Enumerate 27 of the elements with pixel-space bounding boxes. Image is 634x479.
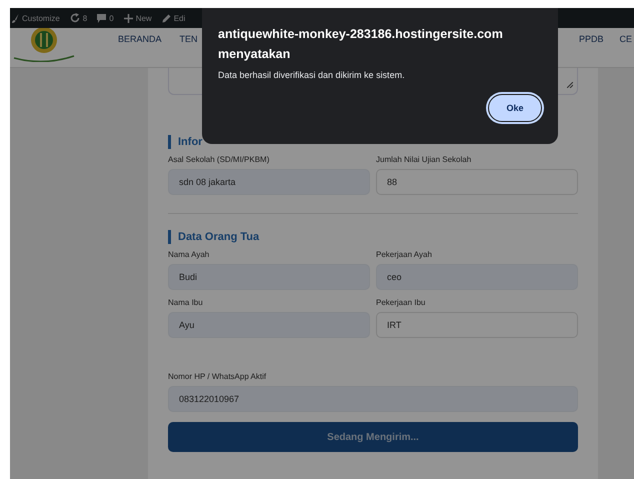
field-label: Pekerjaan Ibu bbox=[376, 298, 426, 307]
ok-button[interactable]: Oke bbox=[488, 94, 542, 122]
admin-bar-item[interactable]: 8 bbox=[70, 13, 88, 23]
input-field[interactable]: IRT bbox=[376, 312, 578, 338]
section-title: Data Orang Tua bbox=[168, 230, 578, 244]
admin-bar-item[interactable]: Customize bbox=[12, 14, 60, 22]
admin-bar-item[interactable]: Edi bbox=[162, 14, 186, 22]
field-label: Nama Ayah bbox=[168, 250, 210, 259]
nav-link[interactable]: CE bbox=[619, 34, 632, 44]
admin-bar-item[interactable]: 0 bbox=[97, 14, 114, 22]
field-label: Nama Ibu bbox=[168, 298, 204, 307]
input-field[interactable]: sdn 08 jakarta bbox=[168, 169, 370, 195]
input-field[interactable]: 083122010967 bbox=[168, 386, 578, 412]
field-label: Nomor HP / WhatsApp Aktif bbox=[168, 372, 268, 381]
input-field[interactable]: Budi bbox=[168, 264, 370, 290]
dialog-message: Data berhasil diverifikasi dan dikirim ke sistem. bbox=[218, 70, 406, 80]
dialog-title: antiquewhite-monkey-283186.hostingersite.com menyatakan bbox=[218, 26, 504, 63]
input-field[interactable]: 88 bbox=[376, 169, 578, 195]
input-field[interactable]: ceo bbox=[376, 264, 578, 290]
nav-link[interactable]: TEN bbox=[180, 34, 198, 44]
field-label: Asal Sekolah (SD/MI/PKBM) bbox=[168, 155, 270, 164]
input-field[interactable]: Ayu bbox=[168, 312, 370, 338]
field-label: Pekerjaan Ayah bbox=[376, 250, 433, 259]
field-label: Jumlah Nilai Ujian Sekolah bbox=[376, 155, 472, 164]
admin-bar-item[interactable]: New bbox=[124, 14, 152, 22]
nav-link[interactable]: PPDB bbox=[578, 34, 604, 44]
nav-link[interactable]: BERANDA bbox=[118, 34, 162, 44]
